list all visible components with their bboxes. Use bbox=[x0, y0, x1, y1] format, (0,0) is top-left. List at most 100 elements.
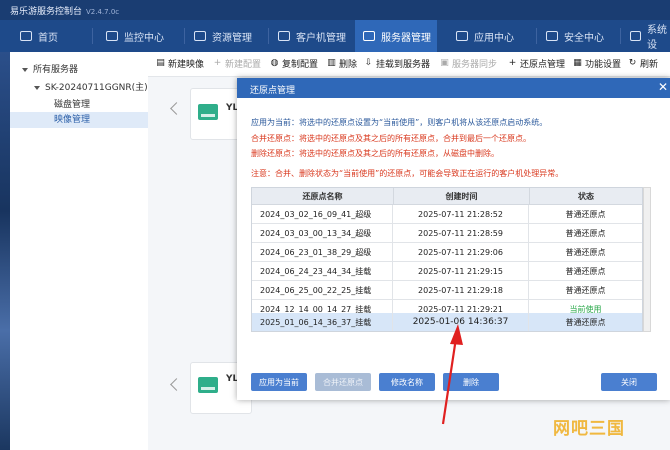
tree-label: SK-20240711GGNR(主) bbox=[45, 83, 148, 93]
table-row[interactable]: 2024_03_03_00_13_34_超级 2025-07-11 21:28:… bbox=[251, 224, 643, 243]
tab-label: 监控中心 bbox=[124, 32, 164, 44]
tab-label: 首页 bbox=[38, 32, 58, 44]
delete-button[interactable]: ▥ 删除 bbox=[327, 57, 358, 71]
new-image-button[interactable]: ▤ 新建映像 bbox=[156, 57, 204, 71]
feature-settings-button[interactable]: ▦ 功能设置 bbox=[573, 57, 622, 71]
app-name: 易乐游服务控制台 bbox=[10, 7, 83, 17]
button-label: 挂载到服务器 bbox=[376, 60, 431, 70]
new-image-icon: ▤ bbox=[156, 58, 165, 68]
row-name: 2024_03_03_00_13_34_超级 bbox=[251, 224, 393, 243]
button-label: 新建配置 bbox=[225, 60, 262, 70]
plus-icon: + bbox=[508, 58, 517, 68]
settings-icon: ▦ bbox=[573, 58, 582, 68]
column-header-status[interactable]: 状态 bbox=[529, 187, 643, 205]
info-delete: 删除还原点：将选中的还原点及其之后的所有还原点，从磁盘中删除。 bbox=[251, 149, 499, 158]
button-label: 复制配置 bbox=[282, 60, 319, 70]
row-time: 2025-07-11 21:29:18 bbox=[393, 281, 529, 300]
nav-divider bbox=[536, 28, 537, 44]
tab-monitor[interactable]: 监控中心 bbox=[102, 20, 186, 52]
sync-icon: ▣ bbox=[440, 58, 449, 68]
row-status: 普通还原点 bbox=[529, 205, 643, 224]
caret-down-icon bbox=[22, 67, 28, 72]
tab-app-center[interactable]: 应用中心 bbox=[452, 20, 540, 52]
plus-icon: + bbox=[213, 58, 222, 68]
row-status: 普通还原点 bbox=[529, 262, 643, 281]
tab-home[interactable]: 首页 bbox=[14, 20, 80, 52]
nav-divider bbox=[620, 28, 621, 44]
gear-icon bbox=[630, 31, 641, 41]
monitor-icon bbox=[106, 31, 118, 41]
dialog-close-button[interactable]: 关闭 bbox=[601, 373, 657, 391]
button-label: 服务器同步 bbox=[452, 60, 498, 70]
tab-system-settings[interactable]: 系统设 bbox=[626, 20, 670, 52]
button-label: 功能设置 bbox=[585, 60, 622, 70]
desktop-background-strip bbox=[0, 52, 10, 450]
server-icon bbox=[363, 31, 375, 41]
tree-root-all-servers[interactable]: 所有服务器 bbox=[22, 62, 78, 75]
tree-item-disk-management[interactable]: 磁盘管理 bbox=[54, 97, 90, 110]
button-label: 刷新 bbox=[640, 60, 659, 70]
disk-icon bbox=[198, 377, 218, 393]
info-apply: 应用为当前：将选中的还原点设置为“当前使用”，则客户机将从该还原点启动系统。 bbox=[251, 118, 548, 127]
table-row-selected[interactable]: 2025_01_06_14_36_37_挂载 2025-01-06 14:36:… bbox=[251, 313, 643, 332]
trash-icon: ▥ bbox=[327, 58, 336, 68]
table-row[interactable]: 2024_06_25_00_22_25_挂载 2025-07-11 21:29:… bbox=[251, 281, 643, 300]
gamepad-icon bbox=[194, 31, 206, 41]
nav-divider bbox=[268, 28, 269, 44]
new-config-button[interactable]: + 新建配置 bbox=[213, 57, 262, 71]
close-icon[interactable]: ✕ bbox=[658, 81, 668, 93]
row-status: 普通还原点 bbox=[529, 313, 643, 332]
tab-server-management[interactable]: 服务器管理 bbox=[355, 20, 437, 52]
caret-down-icon bbox=[34, 85, 40, 90]
tab-label: 应用中心 bbox=[474, 32, 514, 44]
disk-icon bbox=[198, 104, 218, 120]
shield-icon bbox=[546, 31, 558, 41]
row-name: 2024_03_02_16_09_41_超级 bbox=[251, 205, 393, 224]
apply-as-current-button[interactable]: 应用为当前 bbox=[251, 373, 307, 391]
restore-point-management-button[interactable]: + 还原点管理 bbox=[508, 57, 565, 71]
table-row[interactable]: 2024_06_24_23_44_34_挂载 2025-07-11 21:29:… bbox=[251, 262, 643, 281]
dialog-title: 还原点管理 bbox=[250, 86, 296, 96]
row-name: 2025_01_06_14_36_37_挂载 bbox=[251, 313, 393, 332]
tab-label: 资源管理 bbox=[212, 32, 252, 44]
row-time: 2025-07-11 21:29:06 bbox=[393, 243, 529, 262]
tab-clients[interactable]: 客户机管理 bbox=[274, 20, 362, 52]
merge-restore-point-button[interactable]: 合并还原点 bbox=[315, 373, 371, 391]
tab-label: 系统设 bbox=[647, 25, 667, 51]
row-name: 2024_06_23_01_38_29_超级 bbox=[251, 243, 393, 262]
tab-label: 服务器管理 bbox=[381, 32, 431, 44]
tab-label: 安全中心 bbox=[564, 32, 604, 44]
app-version: V2.4.7.0c bbox=[86, 8, 120, 16]
mount-to-server-button[interactable]: ⇩ 挂载到服务器 bbox=[364, 57, 431, 71]
tab-label: 客户机管理 bbox=[296, 32, 346, 44]
row-time: 2025-01-06 14:36:37 bbox=[393, 313, 529, 332]
tab-security[interactable]: 安全中心 bbox=[542, 20, 626, 52]
tree-server-node[interactable]: SK-20240711GGNR(主) bbox=[34, 80, 148, 93]
tree-item-image-management[interactable]: 映像管理 bbox=[10, 112, 148, 128]
row-time: 2025-07-11 21:28:52 bbox=[393, 205, 529, 224]
column-header-time[interactable]: 创建时间 bbox=[393, 187, 530, 205]
table-row[interactable]: 2024_06_23_01_38_29_超级 2025-07-11 21:29:… bbox=[251, 243, 643, 262]
row-status: 普通还原点 bbox=[529, 243, 643, 262]
row-time: 2025-07-11 21:29:15 bbox=[393, 262, 529, 281]
row-status: 普通还原点 bbox=[529, 224, 643, 243]
dialog-header bbox=[237, 78, 670, 98]
tab-resources[interactable]: 资源管理 bbox=[190, 20, 274, 52]
table-scrollbar[interactable] bbox=[643, 187, 651, 332]
app-title: 易乐游服务控制台 V2.4.7.0c bbox=[10, 4, 119, 17]
column-header-name[interactable]: 还原点名称 bbox=[251, 187, 394, 205]
tree-label: 磁盘管理 bbox=[54, 100, 91, 110]
nav-divider bbox=[184, 28, 185, 44]
row-name: 2024_06_25_00_22_25_挂载 bbox=[251, 281, 393, 300]
server-sync-button[interactable]: ▣ 服务器同步 bbox=[440, 57, 498, 71]
home-icon bbox=[20, 31, 32, 41]
table-row[interactable]: 2024_03_02_16_09_41_超级 2025-07-11 21:28:… bbox=[251, 205, 643, 224]
button-label: 删除 bbox=[339, 60, 358, 70]
refresh-icon: ↻ bbox=[628, 58, 637, 68]
copy-config-button[interactable]: ◍ 复制配置 bbox=[270, 57, 319, 71]
row-status: 普通还原点 bbox=[529, 281, 643, 300]
refresh-button[interactable]: ↻ 刷新 bbox=[628, 57, 659, 71]
delete-restore-point-button[interactable]: 删除 bbox=[443, 373, 499, 391]
rename-button[interactable]: 修改名称 bbox=[379, 373, 435, 391]
nav-divider bbox=[92, 28, 93, 44]
